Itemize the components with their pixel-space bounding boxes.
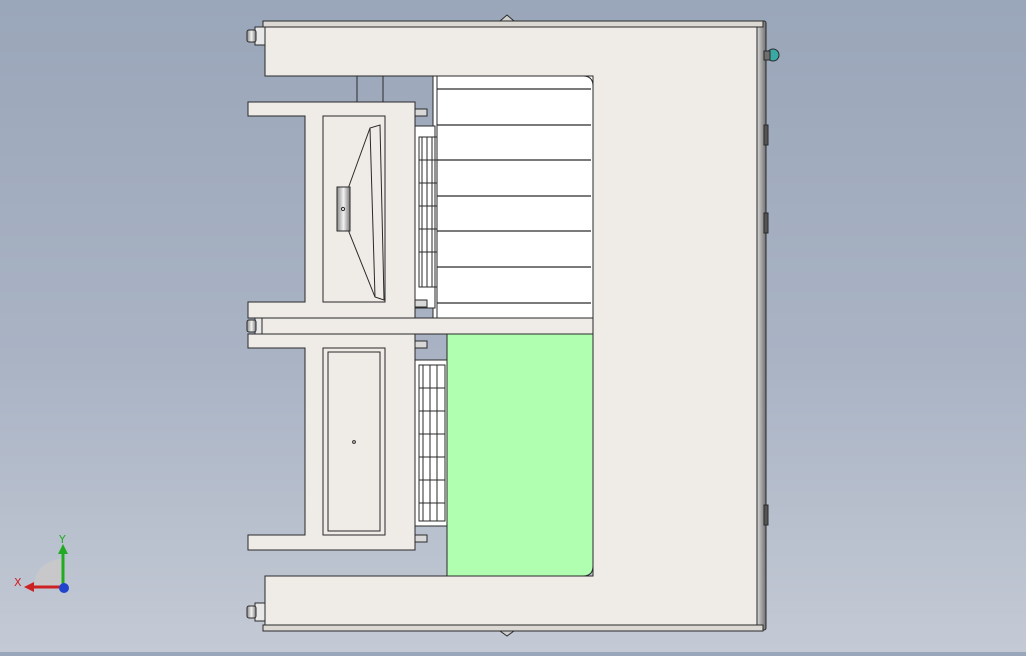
upper-bracket-cap <box>356 75 384 103</box>
side-tab <box>763 504 769 526</box>
bolt-bottom-left <box>246 602 266 622</box>
frame-bottom-edge <box>262 624 764 632</box>
green-highlight-panel[interactable] <box>446 333 594 577</box>
frame-right-rail <box>756 20 767 631</box>
coordinate-triad: X Y <box>14 533 69 593</box>
frame-top-edge <box>262 20 764 28</box>
triad-y-label: Y <box>58 533 66 546</box>
triad-z-axis-dot <box>59 583 69 593</box>
side-tab <box>763 124 769 146</box>
upper-window-outline <box>432 75 594 319</box>
bolt-top-left <box>246 26 266 46</box>
bottom-center-marker <box>498 630 516 637</box>
middle-divider-bar <box>261 317 594 335</box>
cone-shaft <box>336 186 351 232</box>
side-tab <box>763 212 769 234</box>
triad-x-label: X <box>14 576 22 589</box>
lower-clamp-bolt <box>414 340 428 349</box>
top-center-marker <box>498 14 516 22</box>
triad-plane-icon <box>34 558 63 586</box>
lower-bracket-slot <box>322 347 386 536</box>
teal-knob-mount <box>763 50 771 61</box>
triad-x-arrow-icon <box>24 582 34 592</box>
cad-viewport[interactable]: X Y <box>0 0 1026 652</box>
lower-clamp-bolt <box>414 534 428 543</box>
upper-clamp-bolt <box>414 299 428 308</box>
upper-clamp-bolt <box>414 108 428 117</box>
lower-clamp-column <box>414 359 448 527</box>
cad-model-drawing: X Y <box>14 14 780 637</box>
